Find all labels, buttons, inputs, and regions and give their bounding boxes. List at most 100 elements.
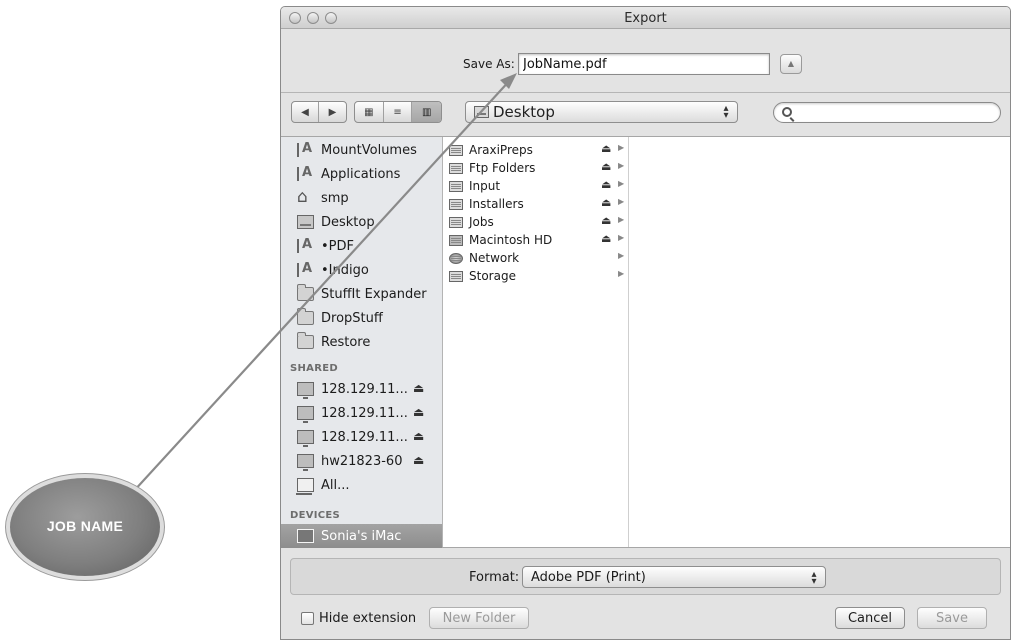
list-view-icon: ≡ [393,106,402,118]
search-field[interactable] [773,102,1001,123]
column-view-icon: ▥ [421,106,432,118]
volume-icon [449,198,463,210]
eject-icon[interactable]: ⏏ [601,160,611,173]
list-item[interactable]: Network ▶ [449,249,625,267]
list-item[interactable]: Installers ⏏ ▶ [449,195,625,213]
sidebar-item[interactable]: DropStuff [281,306,442,330]
expand-dialog-button[interactable]: ▲ [780,54,802,74]
volume-icon [449,162,463,174]
icon-view-button[interactable]: ▦ [355,102,384,122]
search-input[interactable] [798,105,988,120]
sidebar-shared-item[interactable]: 128.129.11... ⏏ [281,377,442,401]
sidebar-item-label: StuffIt Expander [321,286,427,302]
sidebar-item[interactable]: StuffIt Expander [281,282,442,306]
sidebar-item-label: •PDF [321,238,354,254]
list-view-button[interactable]: ≡ [384,102,413,122]
list-item[interactable]: Storage ▶ [449,267,625,285]
volume-icon [449,144,463,156]
folder-icon [297,332,314,349]
title-bar[interactable]: Export [281,7,1010,29]
eject-icon[interactable]: ⏏ [413,453,424,467]
save-as-input[interactable] [518,53,770,75]
file-browser: MountVolumes Applications smp Desktop •PDF •I… [281,136,1010,548]
cancel-button[interactable]: Cancel [835,607,905,629]
window-title: Export [624,11,667,26]
sidebar-item-label: 128.129.11... [321,381,408,397]
sidebar-item-label: Desktop [321,214,375,230]
column-view-button[interactable]: ▥ [412,102,441,122]
hide-extension-checkbox[interactable]: Hide extension [301,611,416,626]
popup-stepper-icon: ▴ ▾ [723,103,729,121]
sidebar-item-label: •Indigo [321,262,369,278]
eject-icon[interactable]: ⏏ [413,429,424,443]
list-item[interactable]: Input ⏏ ▶ [449,177,625,195]
application-icon [297,261,314,277]
sidebar-item[interactable]: •PDF [281,234,442,258]
sidebar-item[interactable]: •Indigo [281,258,442,282]
sidebar-item[interactable]: Applications [281,162,442,186]
export-dialog: Export Save As: ▲ ◀ ▶ ▦ ≡ ▥ Desktop ▴▾ M… [280,6,1011,640]
back-button[interactable]: ◀ [292,102,319,122]
disclosure-arrow-icon: ▶ [618,161,625,170]
eject-icon[interactable]: ⏏ [413,405,424,419]
format-popup[interactable]: Adobe PDF (Print) ▴ ▾ [522,566,826,588]
sidebar-shared-item[interactable]: hw21823-60 ⏏ [281,449,442,473]
disclosure-arrow-icon: ▶ [618,215,625,224]
list-item-label: Storage [469,269,516,283]
sidebar-item[interactable]: MountVolumes [281,138,442,162]
sidebar-item-label: hw21823-60 [321,453,403,469]
eject-icon[interactable]: ⏏ [601,178,611,191]
devices-heading: DEVICES [290,510,341,521]
view-mode-control: ▦ ≡ ▥ [354,101,442,123]
job-name-callout-label: JOB NAME [46,518,124,534]
list-item[interactable]: AraxiPreps ⏏ ▶ [449,141,625,159]
disclosure-arrow-icon: ▶ [618,197,625,206]
forward-button[interactable]: ▶ [319,102,346,122]
sidebar-shared-item[interactable]: All... [281,473,442,497]
format-value: Adobe PDF (Print) [531,569,646,585]
location-popup[interactable]: Desktop ▴ ▾ [465,101,738,123]
eject-icon[interactable]: ⏏ [601,232,611,245]
folder-icon [297,308,314,325]
eject-icon[interactable]: ⏏ [601,142,611,155]
save-button[interactable]: Save [917,607,987,629]
save-as-row: Save As: ▲ [281,51,1010,77]
list-item[interactable]: Macintosh HD ⏏ ▶ [449,231,625,249]
list-item[interactable]: Jobs ⏏ ▶ [449,213,625,231]
sidebar-device-item[interactable]: Sonia's iMac [281,524,442,548]
checkbox-box[interactable] [301,612,314,625]
new-folder-button[interactable]: New Folder [429,607,529,629]
sidebar-item[interactable]: smp [281,186,442,210]
sidebar-item-label: Applications [321,166,401,182]
icon-view-icon: ▦ [364,106,374,118]
eject-icon[interactable]: ⏏ [601,196,611,209]
sidebar-shared-item[interactable]: 128.129.11... ⏏ [281,401,442,425]
save-as-label: Save As: [463,57,515,71]
popup-stepper-icon: ▴ ▾ [811,569,817,587]
sidebar-item-label: All... [321,477,350,493]
sidebar-item-label: 128.129.11... [321,405,408,421]
eject-icon[interactable]: ⏏ [413,381,424,395]
search-icon [782,107,792,117]
list-item-label: Network [469,251,520,265]
shared-heading: SHARED [290,363,338,374]
format-label: Format: [469,570,520,585]
list-item[interactable]: Ftp Folders ⏏ ▶ [449,159,625,177]
sidebar-item-label: MountVolumes [321,142,417,158]
sidebar-item[interactable]: Restore [281,330,442,354]
monitor-icon [297,382,314,399]
sidebar-item-label: Restore [321,334,371,350]
folder-icon [297,284,314,301]
sidebar-item-label: smp [321,190,349,206]
monitor-icon [297,406,314,423]
network-globe-icon [449,252,463,264]
job-name-callout: JOB NAME [10,478,160,576]
home-icon [297,187,314,207]
eject-icon[interactable]: ⏏ [601,214,611,227]
disclosure-arrow-icon: ▶ [618,179,625,188]
monitor-icon [297,454,314,471]
forward-arrow-icon: ▶ [328,106,337,118]
sidebar-shared-item[interactable]: 128.129.11... ⏏ [281,425,442,449]
list-item-label: AraxiPreps [469,143,533,157]
sidebar-item[interactable]: Desktop [281,210,442,234]
